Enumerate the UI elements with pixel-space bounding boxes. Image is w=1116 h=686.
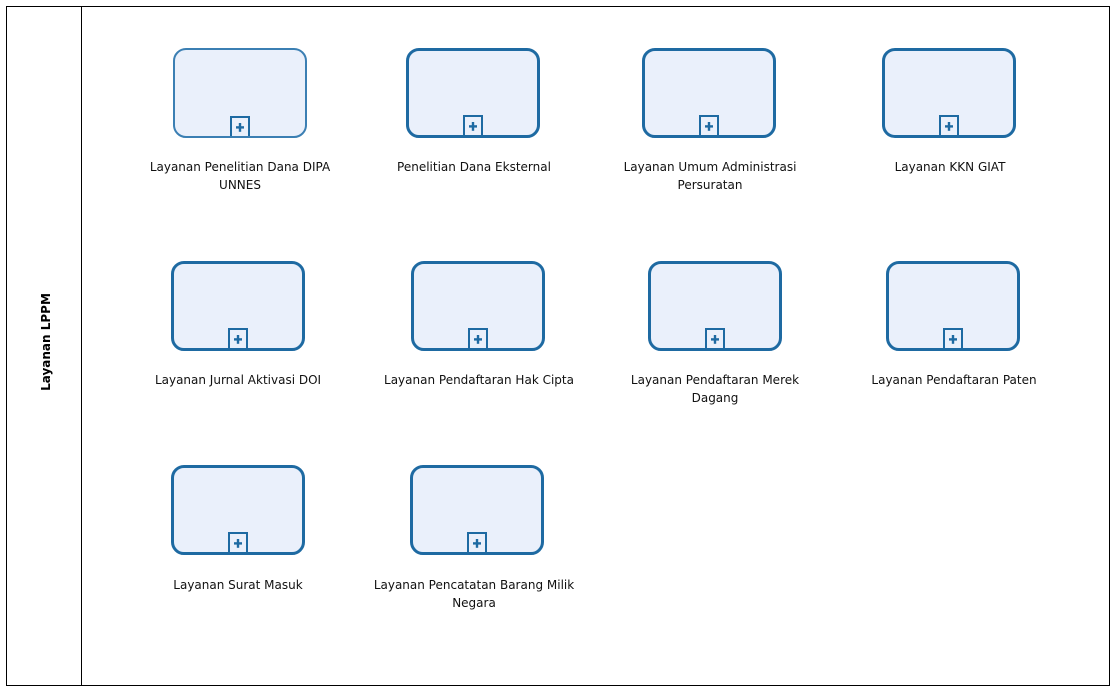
subprocess-label: Layanan Surat Masuk <box>173 578 303 592</box>
plus-icon[interactable] <box>228 328 248 348</box>
subprocess-label: Layanan Jurnal Aktivasi DOI <box>154 373 322 387</box>
subprocess-layanan-pendaftaran-hak-cipta[interactable] <box>411 261 545 351</box>
subprocess-penelitian-dana-eksternal[interactable] <box>406 48 540 138</box>
plus-icon[interactable] <box>699 115 719 135</box>
plus-icon[interactable] <box>467 532 487 552</box>
subprocess-label: Layanan KKN GIAT <box>894 160 1006 174</box>
subprocess-label: Layanan Pendaftaran Merek Dagang <box>630 373 800 405</box>
subprocess-label: Layanan Pencatatan Barang Milik Negara <box>373 578 575 610</box>
subprocess-layanan-penelitian-dana-dipa-unnes[interactable] <box>173 48 307 138</box>
plus-icon[interactable] <box>939 115 959 135</box>
subprocess-layanan-kkn-giat[interactable] <box>882 48 1016 138</box>
plus-icon[interactable] <box>230 116 250 136</box>
plus-icon[interactable] <box>468 328 488 348</box>
lane-header: Layanan LPPM <box>7 7 82 685</box>
lane-title: Layanan LPPM <box>39 293 53 391</box>
plus-icon[interactable] <box>228 532 248 552</box>
subprocess-label: Penelitian Dana Eksternal <box>397 160 551 174</box>
subprocess-layanan-pencatatan-barang-milik-negara[interactable] <box>410 465 544 555</box>
subprocess-layanan-pendaftaran-merek-dagang[interactable] <box>648 261 782 351</box>
subprocess-layanan-surat-masuk[interactable] <box>171 465 305 555</box>
subprocess-layanan-jurnal-aktivasi-doi[interactable] <box>171 261 305 351</box>
plus-icon[interactable] <box>463 115 483 135</box>
subprocess-layanan-umum-administrasi-persuratan[interactable] <box>642 48 776 138</box>
subprocess-layanan-pendaftaran-paten[interactable] <box>886 261 1020 351</box>
plus-icon[interactable] <box>705 328 725 348</box>
subprocess-label: Layanan Pendaftaran Hak Cipta <box>384 373 574 387</box>
subprocess-label: Layanan Umum Administrasi Persuratan <box>623 160 797 192</box>
plus-icon[interactable] <box>943 328 963 348</box>
subprocess-label: Layanan Pendaftaran Paten <box>871 373 1037 387</box>
subprocess-label: Layanan Penelitian Dana DIPA UNNES <box>149 160 331 192</box>
